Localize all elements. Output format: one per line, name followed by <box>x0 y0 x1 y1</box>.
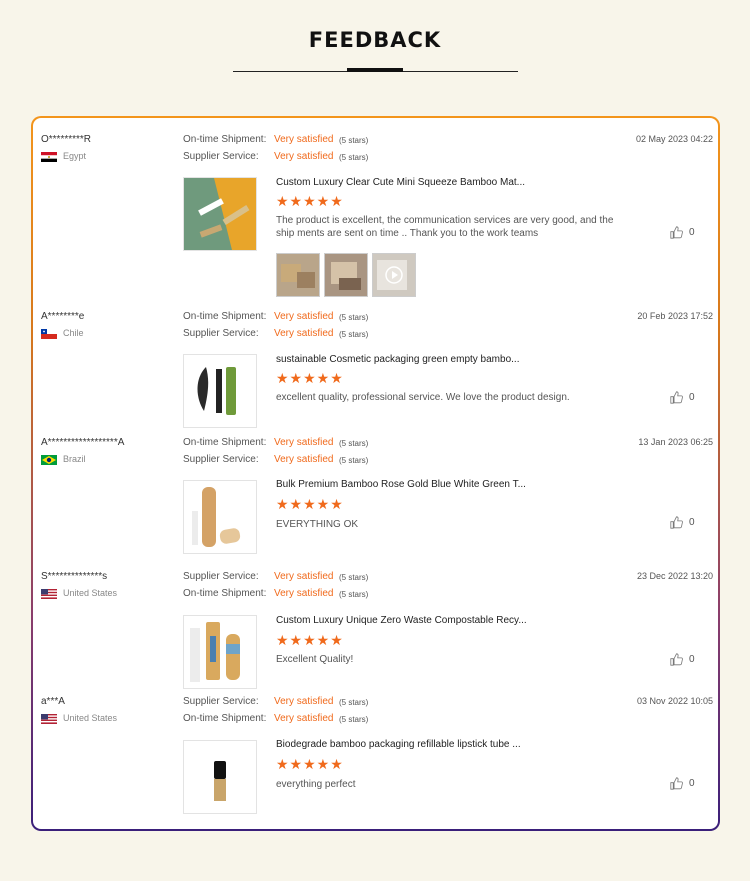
reviewer-country: Egypt <box>63 151 87 161</box>
like-count: 0 <box>689 392 695 403</box>
rating-label: Supplier Service: <box>183 151 259 162</box>
review-comment: Excellent Quality! <box>276 654 354 665</box>
reviewer-country: United States <box>63 588 118 598</box>
brazil-flag-icon <box>41 455 57 465</box>
review-date: 13 Jan 2023 06:25 <box>638 437 713 447</box>
review-comment: excellent quality, professional service.… <box>276 392 570 403</box>
product-rating-stars: ★★★★★ <box>276 193 344 209</box>
egypt-flag-icon <box>41 152 57 162</box>
thumbs-up-icon <box>670 516 683 529</box>
rating-label: Supplier Service: <box>183 571 259 582</box>
title-underline-accent <box>347 68 403 72</box>
rating-value: Very satisfied <box>274 328 334 339</box>
reviewer-country: Chile <box>63 328 84 338</box>
review-comment: everything perfect <box>276 779 356 790</box>
usa-flag-icon <box>41 714 57 724</box>
rating-stars-text: (5 stars) <box>339 313 369 322</box>
page-title: FEEDBACK <box>308 28 442 52</box>
reviewer-country: Brazil <box>63 454 86 464</box>
chile-flag-icon <box>41 329 57 339</box>
product-thumbnail[interactable] <box>183 177 257 251</box>
rating-label: Supplier Service: <box>183 454 259 465</box>
review-date: 03 Nov 2022 10:05 <box>636 696 713 706</box>
like-count: 0 <box>689 654 695 665</box>
review-date: 20 Feb 2023 17:52 <box>637 311 713 321</box>
like-count: 0 <box>689 778 695 789</box>
rating-label: On-time Shipment: <box>183 134 267 145</box>
rating-label: Supplier Service: <box>183 328 259 339</box>
thumbs-up-icon <box>670 777 683 790</box>
thumbs-up-icon <box>670 226 683 239</box>
rating-value: Very satisfied <box>274 588 334 599</box>
like-count: 0 <box>689 227 695 238</box>
rating-value: Very satisfied <box>274 454 334 465</box>
product-thumbnail[interactable] <box>183 740 257 814</box>
feedback-card: O*********R Egypt On-time Shipment: Very… <box>31 116 720 831</box>
rating-stars-text: (5 stars) <box>339 715 369 724</box>
thumbs-up-icon <box>670 391 683 404</box>
review-item: O*********R Egypt On-time Shipment: Very… <box>33 134 718 304</box>
rating-stars-text: (5 stars) <box>339 698 369 707</box>
rating-label: On-time Shipment: <box>183 437 267 448</box>
review-item: a***A United States Supplier Service: Ve… <box>33 696 718 816</box>
review-comment: The product is excellent, the communicat… <box>276 215 614 239</box>
review-photo[interactable] <box>324 253 368 297</box>
usa-flag-icon <box>41 589 57 599</box>
rating-stars-text: (5 stars) <box>339 136 369 145</box>
reviewer-name: S**************s <box>41 571 108 582</box>
rating-value: Very satisfied <box>274 134 334 145</box>
product-title-link[interactable]: Custom Luxury Unique Zero Waste Composta… <box>276 615 527 626</box>
reviewer-name: A********e <box>41 311 85 322</box>
reviewer-country: United States <box>63 713 118 723</box>
rating-stars-text: (5 stars) <box>339 153 369 162</box>
product-rating-stars: ★★★★★ <box>276 632 344 648</box>
rating-value: Very satisfied <box>274 151 334 162</box>
review-item: A********e Chile On-time Shipment: Very … <box>33 311 718 431</box>
like-button[interactable]: 0 <box>670 653 695 666</box>
product-title-link[interactable]: Bulk Premium Bamboo Rose Gold Blue White… <box>276 479 526 490</box>
rating-value: Very satisfied <box>274 311 334 322</box>
product-thumbnail[interactable] <box>183 480 257 554</box>
review-comment: EVERYTHING OK <box>276 519 359 530</box>
rating-value: Very satisfied <box>274 696 334 707</box>
review-date: 02 May 2023 04:22 <box>635 134 713 144</box>
review-item: A******************A Brazil On-time Ship… <box>33 437 718 557</box>
rating-value: Very satisfied <box>274 437 334 448</box>
product-rating-stars: ★★★★★ <box>276 370 344 386</box>
rating-stars-text: (5 stars) <box>339 573 369 582</box>
rating-value: Very satisfied <box>274 713 334 724</box>
review-date: 23 Dec 2022 13:20 <box>636 571 713 581</box>
rating-stars-text: (5 stars) <box>339 330 369 339</box>
product-title-link[interactable]: sustainable Cosmetic packaging green emp… <box>276 354 519 365</box>
rating-value: Very satisfied <box>274 571 334 582</box>
reviewer-name: a***A <box>41 696 65 707</box>
product-thumbnail[interactable] <box>183 354 257 428</box>
rating-label: On-time Shipment: <box>183 588 267 599</box>
review-video[interactable] <box>372 253 416 297</box>
rating-label: On-time Shipment: <box>183 713 267 724</box>
rating-stars-text: (5 stars) <box>339 590 369 599</box>
rating-label: On-time Shipment: <box>183 311 267 322</box>
like-count: 0 <box>689 517 695 528</box>
like-button[interactable]: 0 <box>670 516 695 529</box>
rating-stars-text: (5 stars) <box>339 456 369 465</box>
reviewer-name: A******************A <box>41 437 125 448</box>
product-rating-stars: ★★★★★ <box>276 756 344 772</box>
product-title-link[interactable]: Biodegrade bamboo packaging refillable l… <box>276 739 521 750</box>
product-rating-stars: ★★★★★ <box>276 496 344 512</box>
product-thumbnail[interactable] <box>183 615 257 689</box>
product-title-link[interactable]: Custom Luxury Clear Cute Mini Squeeze Ba… <box>276 177 525 188</box>
rating-label: Supplier Service: <box>183 696 259 707</box>
like-button[interactable]: 0 <box>670 391 695 404</box>
rating-stars-text: (5 stars) <box>339 439 369 448</box>
reviewer-name: O*********R <box>41 134 92 145</box>
like-button[interactable]: 0 <box>670 226 695 239</box>
like-button[interactable]: 0 <box>670 777 695 790</box>
thumbs-up-icon <box>670 653 683 666</box>
review-photo[interactable] <box>276 253 320 297</box>
review-item: S**************s United States Supplier … <box>33 571 718 691</box>
